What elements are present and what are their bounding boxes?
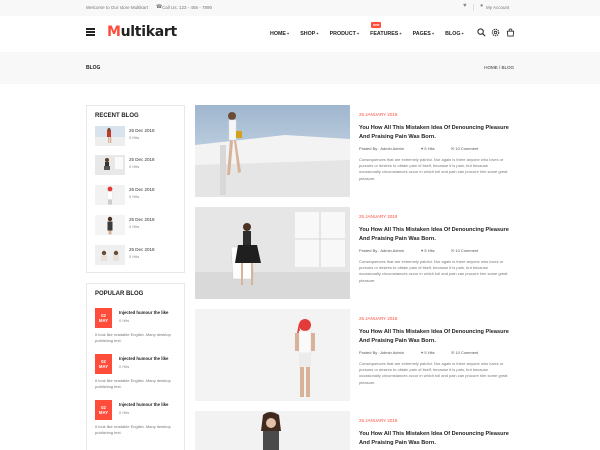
post-date: 25 JANUARY 2018 (359, 112, 398, 117)
divider (473, 4, 474, 11)
recent-date: 25 Dec 2018 (129, 128, 155, 133)
post-hits: 5 Hits (424, 350, 435, 355)
popular-item-desc: It look like readable English. Many desk… (95, 378, 171, 389)
recent-item[interactable]: 25 Dec 2018 0 Hits (95, 126, 180, 146)
post-image[interactable] (195, 411, 350, 450)
nav-home[interactable]: HOME+ (270, 31, 289, 37)
recent-blog-title: RECENT BLOG (95, 113, 139, 119)
recent-thumb[interactable] (95, 185, 125, 205)
recent-item[interactable]: 25 Dec 2018 0 Hits (95, 245, 180, 265)
popular-blog-title: POPULAR BLOG (95, 291, 144, 297)
welcome-text: Welcome to Our store Multikart (86, 5, 148, 10)
recent-thumb[interactable] (95, 126, 125, 146)
recent-date: 25 Dec 2018 (129, 247, 155, 252)
post-image[interactable] (195, 105, 350, 197)
user-icon[interactable]: ● (480, 3, 483, 9)
recent-hits: 0 Hits (129, 224, 140, 229)
recent-item[interactable]: 25 Dec 2018 0 Hits (95, 185, 180, 205)
recent-item[interactable]: 25 Dec 2018 0 Hits (95, 155, 180, 175)
recent-thumb[interactable] (95, 215, 125, 235)
heart-icon[interactable]: ♥ (463, 3, 467, 9)
nav-shop[interactable]: SHOP+ (300, 31, 318, 37)
post-author[interactable]: Posted By : Admin Admin (359, 146, 404, 151)
post-date: 25 JANUARY 2018 (359, 418, 398, 423)
post-author[interactable]: Posted By : Admin Admin (359, 350, 404, 355)
post-title[interactable]: You How All This Mistaken Idea Of Denoun… (359, 430, 509, 448)
logo[interactable]: Multikart (107, 24, 177, 40)
search-icon[interactable] (477, 28, 486, 39)
recent-date: 25 Dec 2018 (129, 187, 155, 192)
comment-icon: ✉ (451, 350, 455, 355)
post-hits: 5 Hits (424, 248, 435, 253)
recent-date: 25 Dec 2018 (129, 217, 155, 222)
post-date: 25 JANUARY 2018 (359, 316, 398, 321)
recent-thumb[interactable] (95, 155, 125, 175)
breadcrumb[interactable]: HOME / BLOG (484, 65, 514, 70)
post-title[interactable]: You How All This Mistaken Idea Of Denoun… (359, 124, 509, 142)
new-badge: new (371, 22, 382, 28)
recent-blog-card: RECENT BLOG 25 Dec 2018 0 Hits 25 Dec 20… (86, 105, 185, 273)
post-title[interactable]: You How All This Mistaken Idea Of Denoun… (359, 226, 509, 244)
nav-pages[interactable]: PAGES+ (413, 31, 435, 37)
date-badge: 02 MAY (95, 400, 112, 420)
post-image[interactable] (195, 309, 350, 401)
my-account-link[interactable]: My Account (486, 5, 509, 10)
date-badge: 02 MAY (95, 308, 112, 328)
popular-item-title[interactable]: Injected humour the like (119, 356, 168, 361)
post-meta: Posted By : Admin Admin ♥5 Hits ✉10 Comm… (359, 248, 478, 253)
call-text: Call Us: 123 - 456 - 7890 (162, 5, 213, 10)
post-excerpt: Consequences that are extremely painful.… (359, 157, 508, 181)
comment-icon: ✉ (451, 146, 455, 151)
popular-item-title[interactable]: Injected humour the like (119, 402, 168, 407)
recent-hits: 0 Hits (129, 164, 140, 169)
nav-product[interactable]: PRODUCT+ (330, 31, 360, 37)
post-author[interactable]: Posted By : Admin Admin (359, 248, 404, 253)
post-excerpt: Consequences that are extremely painful.… (359, 361, 508, 385)
nav-blog[interactable]: BLOG+ (445, 31, 464, 37)
popular-item-hits: 0 Hits (119, 410, 130, 415)
main-header: Multikart HOME+ SHOP+ PRODUCT+ new FEATUR… (0, 16, 600, 52)
nav-features[interactable]: new FEATURES+ (370, 22, 402, 37)
page-title: BLOG (86, 65, 101, 71)
comment-icon: ✉ (451, 248, 455, 253)
post-excerpt: Consequences that are extremely painful.… (359, 259, 508, 283)
main-nav: HOME+ SHOP+ PRODUCT+ new FEATURES+ PAGES+… (270, 22, 475, 37)
post-comments[interactable]: 10 Comment (455, 350, 478, 355)
post-date: 25 JANUARY 2018 (359, 214, 398, 219)
recent-date: 25 Dec 2018 (129, 157, 155, 162)
recent-hits: 0 Hits (129, 254, 140, 259)
popular-item-hits: 0 Hits (119, 364, 130, 369)
post-meta: Posted By : Admin Admin ♥5 Hits ✉10 Comm… (359, 146, 478, 151)
popular-item-hits: 0 Hits (119, 318, 130, 323)
top-bar: Welcome to Our store Multikart ☎ Call Us… (0, 0, 600, 16)
popular-blog-card: POPULAR BLOG 02 MAY Injected humour the l… (86, 283, 185, 450)
post-meta: Posted By : Admin Admin ♥5 Hits ✉10 Comm… (359, 350, 478, 355)
post-image[interactable] (195, 207, 350, 299)
date-badge: 02 MAY (95, 354, 112, 374)
popular-item-title[interactable]: Injected humour the like (119, 310, 168, 315)
recent-hits: 0 Hits (129, 135, 140, 140)
menu-icon[interactable] (86, 28, 95, 38)
post-title[interactable]: You How All This Mistaken Idea Of Denoun… (359, 328, 509, 346)
post-comments[interactable]: 10 Comment (455, 248, 478, 253)
recent-thumb[interactable] (95, 245, 125, 265)
recent-hits: 0 Hits (129, 194, 140, 199)
post-comments[interactable]: 10 Comment (455, 146, 478, 151)
popular-item-desc: It look like readable English. Many desk… (95, 424, 171, 435)
breadcrumb-bar: BLOG HOME / BLOG (0, 52, 600, 84)
gear-icon[interactable] (491, 28, 500, 39)
post-hits: 5 Hits (424, 146, 435, 151)
recent-item[interactable]: 25 Dec 2018 0 Hits (95, 215, 180, 235)
popular-item-desc: It look like readable English. Many desk… (95, 332, 171, 343)
cart-icon[interactable] (506, 28, 515, 39)
